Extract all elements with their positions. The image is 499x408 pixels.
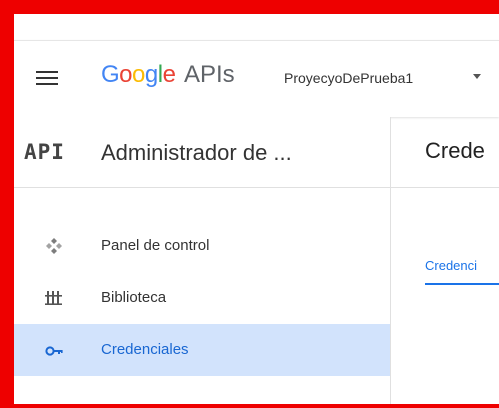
title-divider (391, 187, 499, 188)
active-tab-indicator (425, 283, 499, 285)
sidebar-item-label: Biblioteca (101, 289, 167, 306)
sidebar-title: Administrador de ... (101, 140, 292, 165)
screenshot-frame: Google APIs ProyecyoDePrueba1 API Admini… (0, 0, 499, 408)
dashboard-icon (46, 238, 62, 254)
logo-letter: G (101, 61, 120, 88)
app-window: Google APIs ProyecyoDePrueba1 API Admini… (14, 14, 499, 404)
hamburger-menu-icon[interactable] (36, 69, 58, 87)
chevron-down-icon[interactable] (473, 74, 481, 79)
sidebar-item-panel-de-control[interactable]: Panel de control (14, 220, 390, 272)
api-logo-icon: API (24, 140, 65, 164)
google-logo[interactable]: Google (101, 61, 176, 89)
hamburger-line (36, 77, 58, 79)
page-title: Crede (425, 138, 485, 163)
logo-letter: g (144, 61, 158, 88)
sidebar-item-label: Credenciales (101, 341, 189, 358)
logo-letter: o (132, 61, 145, 88)
hamburger-line (36, 71, 58, 73)
sidebar: API Administrador de ... Panel de contro… (14, 117, 391, 404)
sidebar-item-label: Panel de control (101, 237, 210, 254)
library-icon (45, 291, 62, 305)
sidebar-item-biblioteca[interactable]: Biblioteca (14, 272, 390, 324)
sidebar-item-credenciales[interactable]: Credenciales (14, 324, 390, 376)
tab-credenciales[interactable]: Credenci (425, 258, 477, 273)
logo-letter: e (162, 61, 176, 88)
hamburger-line (36, 83, 58, 85)
key-icon (45, 346, 63, 356)
top-header: Google APIs ProyecyoDePrueba1 (14, 40, 499, 117)
logo-apis-text: APIs (184, 61, 235, 88)
project-selector[interactable]: ProyecyoDePrueba1 (284, 70, 413, 86)
logo-letter: o (119, 61, 133, 88)
sidebar-header: API Administrador de ... (14, 117, 390, 188)
